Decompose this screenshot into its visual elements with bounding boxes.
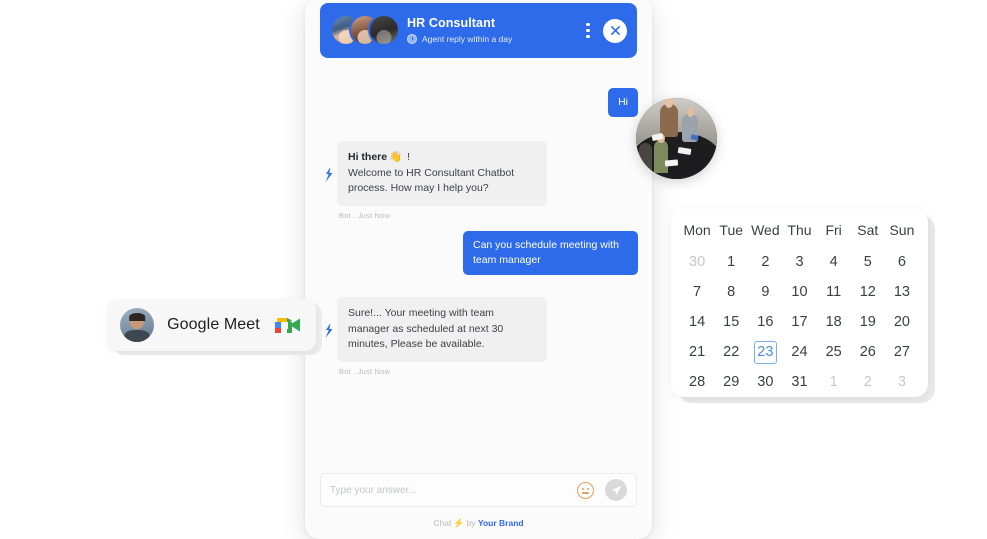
calendar-day[interactable]: 13 xyxy=(885,277,919,307)
calendar-day[interactable]: 16 xyxy=(748,307,782,337)
calendar-dow: Fri xyxy=(825,222,842,238)
message-row: Sure!... Your meeting with team manager … xyxy=(319,296,638,377)
calendar-day[interactable]: 11 xyxy=(817,277,851,307)
chat-title: HR Consultant xyxy=(407,15,496,30)
calendar-day[interactable]: 17 xyxy=(782,307,816,337)
calendar-day[interactable]: 14 xyxy=(680,307,714,337)
calendar-day[interactable]: 19 xyxy=(851,307,885,337)
agent-avatar-group xyxy=(330,13,400,48)
calendar-day[interactable]: 26 xyxy=(851,337,885,367)
footer-chat-label: Chat xyxy=(433,518,452,528)
calendar-dow: Sun xyxy=(889,222,915,238)
calendar-day[interactable]: 1 xyxy=(714,247,748,277)
message-list: Hi Hi there 👋 ! Welcome to HR Consultant … xyxy=(305,62,652,467)
calendar-day[interactable]: 6 xyxy=(885,247,919,277)
calendar-day-headers: Mon Tue Wed Thu Fri Sat Sun xyxy=(680,222,919,247)
person-avatar xyxy=(120,308,154,342)
calendar-day[interactable]: 30 xyxy=(748,367,782,397)
chat-footer-branding: Chat ⚡ by Your Brand xyxy=(305,518,652,529)
calendar-day[interactable]: 24 xyxy=(782,337,816,367)
calendar-day-selected[interactable]: 23 xyxy=(748,337,782,367)
message-timestamp: Bot . Just Now xyxy=(339,367,391,377)
smiley-icon[interactable] xyxy=(577,481,594,499)
calendar-date-grid: 30 1 2 3 4 5 6 7 8 9 10 11 12 13 14 15 16 17 18 19 20 21 22 23 2… xyxy=(680,247,919,397)
user-message-bubble: Can you schedule meeting with team manag… xyxy=(463,231,638,275)
calendar-day[interactable]: 3 xyxy=(885,367,919,397)
bot-message-bubble: Sure!... Your meeting with team manager … xyxy=(337,296,547,363)
google-meet-logo xyxy=(273,313,303,337)
calendar-day[interactable]: 2 xyxy=(748,247,782,277)
close-button[interactable] xyxy=(603,18,627,43)
chat-widget-panel: HR Consultant Agent reply within a day H… xyxy=(305,0,652,539)
calendar-day[interactable]: 10 xyxy=(782,277,816,307)
google-meet-label: Google Meet xyxy=(167,316,260,333)
wave-emoji: 👋 xyxy=(389,150,403,163)
message-row: Hi there 👋 ! Welcome to HR Consultant Cha… xyxy=(319,140,638,221)
calendar-day[interactable]: 20 xyxy=(885,307,919,337)
message-row: Hi xyxy=(319,88,638,117)
calendar-day[interactable]: 5 xyxy=(851,247,885,277)
calendar-day[interactable]: 8 xyxy=(714,277,748,307)
avatar xyxy=(368,13,400,46)
calendar-day[interactable]: 25 xyxy=(817,337,851,367)
message-input[interactable] xyxy=(330,484,577,496)
calendar-day[interactable]: 15 xyxy=(714,307,748,337)
footer-brand-link[interactable]: Your Brand xyxy=(478,518,524,528)
clock-icon xyxy=(407,34,417,45)
calendar-day[interactable]: 29 xyxy=(714,367,748,397)
bolt-icon: ⚡ xyxy=(453,518,465,528)
calendar-day[interactable]: 30 xyxy=(680,247,714,277)
header-text-block: HR Consultant Agent reply within a day xyxy=(407,15,513,45)
bot-spark-icon xyxy=(325,322,332,338)
calendar-day[interactable]: 1 xyxy=(817,367,851,397)
calendar-day[interactable]: 4 xyxy=(817,247,851,277)
calendar-day[interactable]: 28 xyxy=(680,367,714,397)
chat-subtitle: Agent reply within a day xyxy=(422,33,513,44)
screenshot-stage: HR Consultant Agent reply within a day H… xyxy=(0,0,987,539)
meeting-photo xyxy=(636,98,717,179)
calendar-dow: Thu xyxy=(787,222,812,238)
send-plane-icon xyxy=(611,485,621,495)
selected-day-label: 23 xyxy=(753,340,777,364)
calendar-day[interactable]: 27 xyxy=(885,337,919,367)
calendar-dow: Wed xyxy=(751,222,780,238)
calendar-day[interactable]: 2 xyxy=(851,367,885,397)
calendar-card: Mon Tue Wed Thu Fri Sat Sun 30 1 2 3 4 5 6 7 8 9 1… xyxy=(671,209,928,397)
send-button[interactable] xyxy=(605,479,627,501)
user-message-bubble: Hi xyxy=(608,88,638,117)
header-actions xyxy=(586,18,627,43)
bot-greeting-body: Welcome to HR Consultant Chatbot process… xyxy=(348,166,515,195)
google-meet-logo-icon xyxy=(275,318,300,333)
bot-spark-icon xyxy=(325,166,332,182)
more-vertical-icon[interactable] xyxy=(586,22,590,39)
calendar-dow: Tue xyxy=(719,222,744,238)
message-timestamp: Bot . Just Now xyxy=(339,211,391,221)
google-meet-card[interactable]: Google Meet xyxy=(107,299,316,351)
message-composer xyxy=(320,473,637,507)
calendar-dow: Sat xyxy=(857,222,879,238)
footer-by-label: by xyxy=(466,518,476,528)
bot-message-bubble: Hi there 👋 ! Welcome to HR Consultant Cha… xyxy=(337,140,547,207)
chat-header: HR Consultant Agent reply within a day xyxy=(320,3,637,58)
bot-greeting-lead: Hi there xyxy=(348,150,388,163)
calendar-day[interactable]: 21 xyxy=(680,337,714,367)
calendar-day[interactable]: 12 xyxy=(851,277,885,307)
close-icon xyxy=(610,26,620,35)
calendar-dow: Mon xyxy=(683,222,711,238)
bot-greeting-tail: ! xyxy=(404,150,411,163)
bot-avatar-icon xyxy=(319,166,337,182)
calendar-day[interactable]: 18 xyxy=(817,307,851,337)
calendar-day[interactable]: 7 xyxy=(680,277,714,307)
calendar-day[interactable]: 3 xyxy=(782,247,816,277)
calendar-day[interactable]: 22 xyxy=(714,337,748,367)
calendar-day[interactable]: 9 xyxy=(748,277,782,307)
calendar-day[interactable]: 31 xyxy=(782,367,816,397)
message-row: Can you schedule meeting with team manag… xyxy=(319,231,638,275)
